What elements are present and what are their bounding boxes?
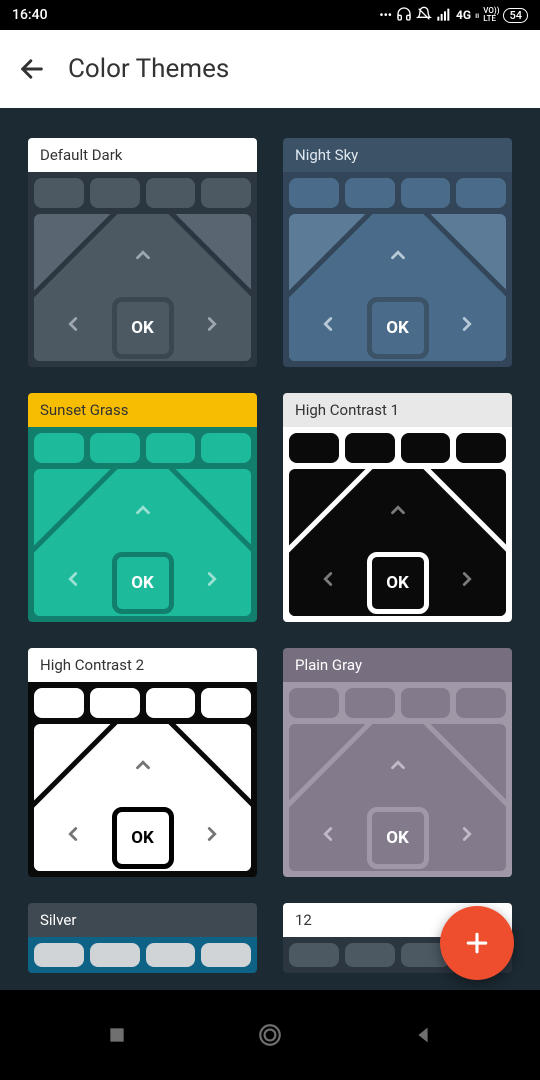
back-button[interactable] — [18, 55, 46, 83]
triangle-left-icon — [412, 1024, 434, 1046]
headphones-icon — [396, 6, 412, 25]
add-theme-fab[interactable] — [440, 906, 514, 980]
signal-icon — [436, 6, 452, 25]
theme-card-plain-gray[interactable]: Plain Gray OK — [283, 648, 512, 877]
recent-apps-button[interactable] — [97, 1015, 137, 1055]
theme-grid-container: Default Dark OK Night Sky OK — [0, 108, 540, 990]
chevron-left-icon — [62, 313, 84, 339]
chevron-up-icon — [132, 499, 154, 525]
theme-title: Plain Gray — [283, 648, 512, 682]
theme-card-night-sky[interactable]: Night Sky OK — [283, 138, 512, 367]
theme-preview: OK — [28, 172, 257, 367]
theme-title: High Contrast 1 — [283, 393, 512, 427]
chevron-left-icon — [62, 568, 84, 594]
chevron-left-icon — [317, 313, 339, 339]
circle-icon — [257, 1022, 283, 1048]
ok-button: OK — [112, 552, 174, 614]
theme-preview: OK — [283, 172, 512, 367]
square-icon — [107, 1025, 127, 1045]
system-nav-bar — [0, 990, 540, 1080]
chevron-right-icon — [201, 823, 223, 849]
theme-card-default-dark[interactable]: Default Dark OK — [28, 138, 257, 367]
theme-preview: OK — [283, 682, 512, 877]
chevron-up-icon — [132, 754, 154, 780]
chevron-right-icon — [201, 568, 223, 594]
theme-title: Sunset Grass — [28, 393, 257, 427]
theme-title: High Contrast 2 — [28, 648, 257, 682]
chevron-left-icon — [317, 823, 339, 849]
home-button[interactable] — [250, 1015, 290, 1055]
ok-button: OK — [112, 297, 174, 359]
chevron-right-icon — [456, 313, 478, 339]
chevron-right-icon — [456, 823, 478, 849]
more-icon: ••• — [379, 8, 392, 22]
dnd-icon — [416, 6, 432, 25]
ok-button: OK — [367, 807, 429, 869]
chevron-up-icon — [387, 244, 409, 270]
network-label: 4G — [456, 8, 471, 22]
status-time: 16:40 — [12, 7, 48, 23]
theme-grid: Default Dark OK Night Sky OK — [28, 138, 512, 973]
plus-icon — [462, 928, 492, 958]
ok-button: OK — [367, 552, 429, 614]
lte-label: VO)) LTE — [483, 7, 499, 23]
status-bar: 16:40 ••• 4G ıı VO)) LTE 54 — [0, 0, 540, 30]
theme-title: Night Sky — [283, 138, 512, 172]
chevron-up-icon — [387, 499, 409, 525]
chevron-up-icon — [387, 754, 409, 780]
status-icons: ••• 4G ıı VO)) LTE 54 — [379, 6, 528, 25]
theme-preview: OK — [28, 682, 257, 877]
ok-button: OK — [367, 297, 429, 359]
back-nav-button[interactable] — [403, 1015, 443, 1055]
chevron-up-icon — [132, 244, 154, 270]
ok-button: OK — [112, 807, 174, 869]
theme-preview: OK — [283, 427, 512, 622]
signal-small-icon: ıı — [475, 11, 479, 20]
app-bar: Color Themes — [0, 30, 540, 108]
theme-card-sunset-grass[interactable]: Sunset Grass OK — [28, 393, 257, 622]
chevron-left-icon — [62, 823, 84, 849]
chevron-left-icon — [317, 568, 339, 594]
theme-card-silver[interactable]: Silver — [28, 903, 257, 973]
theme-title: Silver — [28, 903, 257, 937]
theme-title: Default Dark — [28, 138, 257, 172]
theme-card-high-contrast-1[interactable]: High Contrast 1 OK — [283, 393, 512, 622]
page-title: Color Themes — [68, 54, 229, 84]
theme-card-high-contrast-2[interactable]: High Contrast 2 OK — [28, 648, 257, 877]
theme-preview — [28, 937, 257, 973]
battery-icon: 54 — [503, 8, 528, 23]
chevron-right-icon — [201, 313, 223, 339]
chevron-right-icon — [456, 568, 478, 594]
theme-preview: OK — [28, 427, 257, 622]
